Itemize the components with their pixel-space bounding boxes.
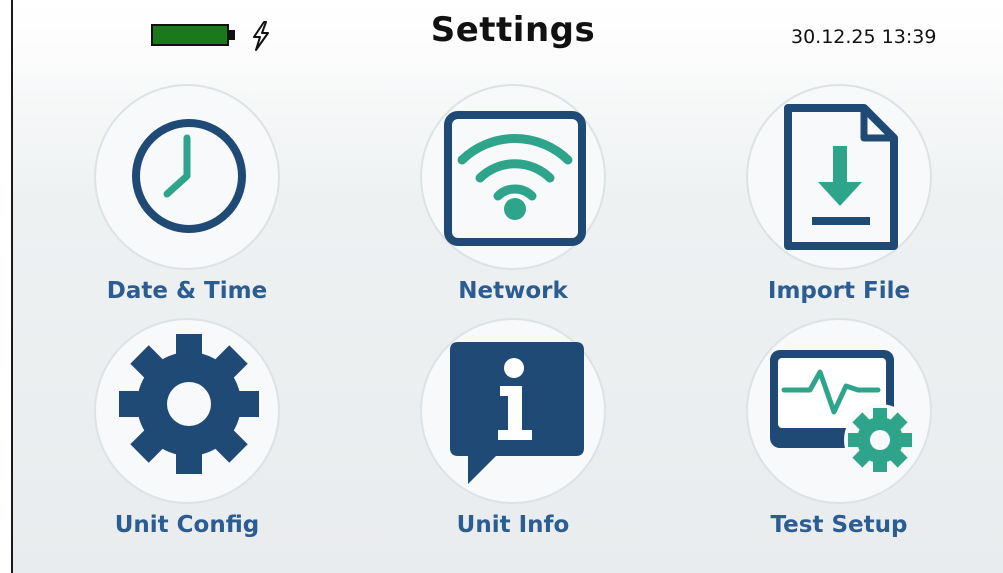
test-setup-icon xyxy=(770,350,916,476)
test-setup-label: Test Setup xyxy=(770,512,908,538)
unit-config-circle[interactable] xyxy=(94,318,280,504)
datetime-display: 30.12.25 13:39 xyxy=(791,26,937,48)
gear-icon xyxy=(119,334,259,474)
import-file-tile[interactable]: Import File xyxy=(709,84,969,324)
import-file-label: Import File xyxy=(767,278,911,304)
import-file-circle[interactable] xyxy=(746,84,932,270)
date-time-label: Date & Time xyxy=(106,278,268,304)
unit-config-label: Unit Config xyxy=(114,512,260,538)
unit-config-tile[interactable]: Unit Config xyxy=(57,318,317,558)
test-setup-tile[interactable]: Test Setup xyxy=(709,318,969,558)
settings-screen: Settings 30.12.25 13:39 Date & Time Netw… xyxy=(11,0,1003,573)
battery-icon xyxy=(151,24,229,46)
unit-info-tile[interactable]: Unit Info xyxy=(383,318,643,558)
info-bubble-icon xyxy=(450,342,584,484)
network-circle[interactable] xyxy=(420,84,606,270)
date-time-circle[interactable] xyxy=(94,84,280,270)
import-file-icon xyxy=(784,104,898,250)
wifi-icon xyxy=(444,111,586,246)
network-tile[interactable]: Network xyxy=(383,84,643,324)
date-time-tile[interactable]: Date & Time xyxy=(57,84,317,324)
unit-info-circle[interactable] xyxy=(420,318,606,504)
clock-icon xyxy=(132,119,246,233)
page-title: Settings xyxy=(430,10,596,50)
charging-bolt-icon xyxy=(253,21,269,51)
battery-tip xyxy=(229,30,235,40)
status-header: Settings 30.12.25 13:39 xyxy=(13,0,1003,72)
network-label: Network xyxy=(458,278,568,304)
unit-info-label: Unit Info xyxy=(456,512,570,538)
test-setup-circle[interactable] xyxy=(746,318,932,504)
